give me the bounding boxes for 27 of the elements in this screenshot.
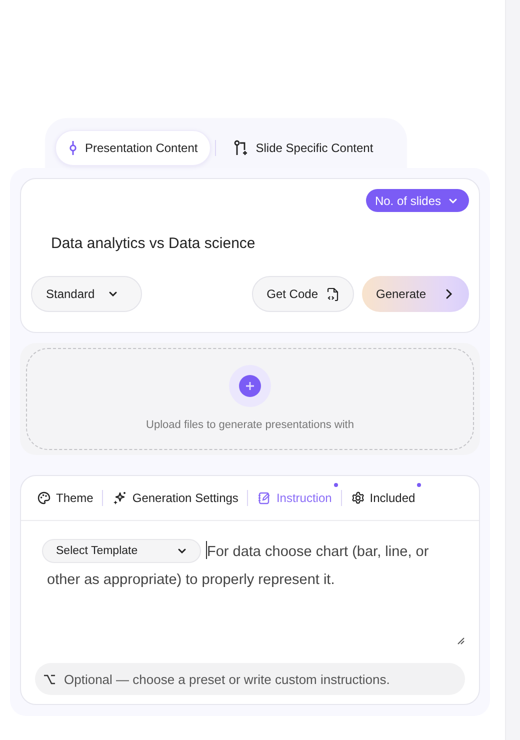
tab[interactable]: Generation Settings [108,490,242,506]
upload-dropzone[interactable]: Upload files to generate presentations with [26,348,474,450]
prompt-box[interactable]: No. of slides Data analytics vs Data science Standard Get Code Generate [20,178,480,333]
tab[interactable]: Instruction [253,491,336,505]
resize-grip-icon [457,637,465,645]
slider-pin-icon [69,140,77,156]
mode-select[interactable]: Standard [31,276,142,312]
gear-icon [350,491,365,505]
generate-button[interactable]: Generate [362,276,469,312]
tab[interactable]: Included [346,491,420,505]
palette-icon [37,491,51,505]
option-key-icon [43,674,56,684]
notebook-pen-icon [257,491,272,505]
instruction-hint: Optional — choose a preset or write custom instructions. [64,672,390,686]
git-pull-request-icon [234,140,248,156]
text-cursor [206,541,207,559]
get-code-button[interactable]: Get Code [252,276,354,312]
sparkles-icon [112,490,128,506]
slides-count-button[interactable]: No. of slides [366,189,469,212]
tab[interactable]: Presentation Content [55,130,211,166]
chevron-right-icon [445,288,453,300]
add-icon [229,365,271,407]
template-select[interactable]: Select Template [42,539,201,563]
tab[interactable]: Theme [33,491,98,505]
upload-hint: Upload files to generate presentations with [146,419,354,431]
tab[interactable]: Slide Specific Content [220,130,386,166]
code-file-icon [326,286,339,302]
